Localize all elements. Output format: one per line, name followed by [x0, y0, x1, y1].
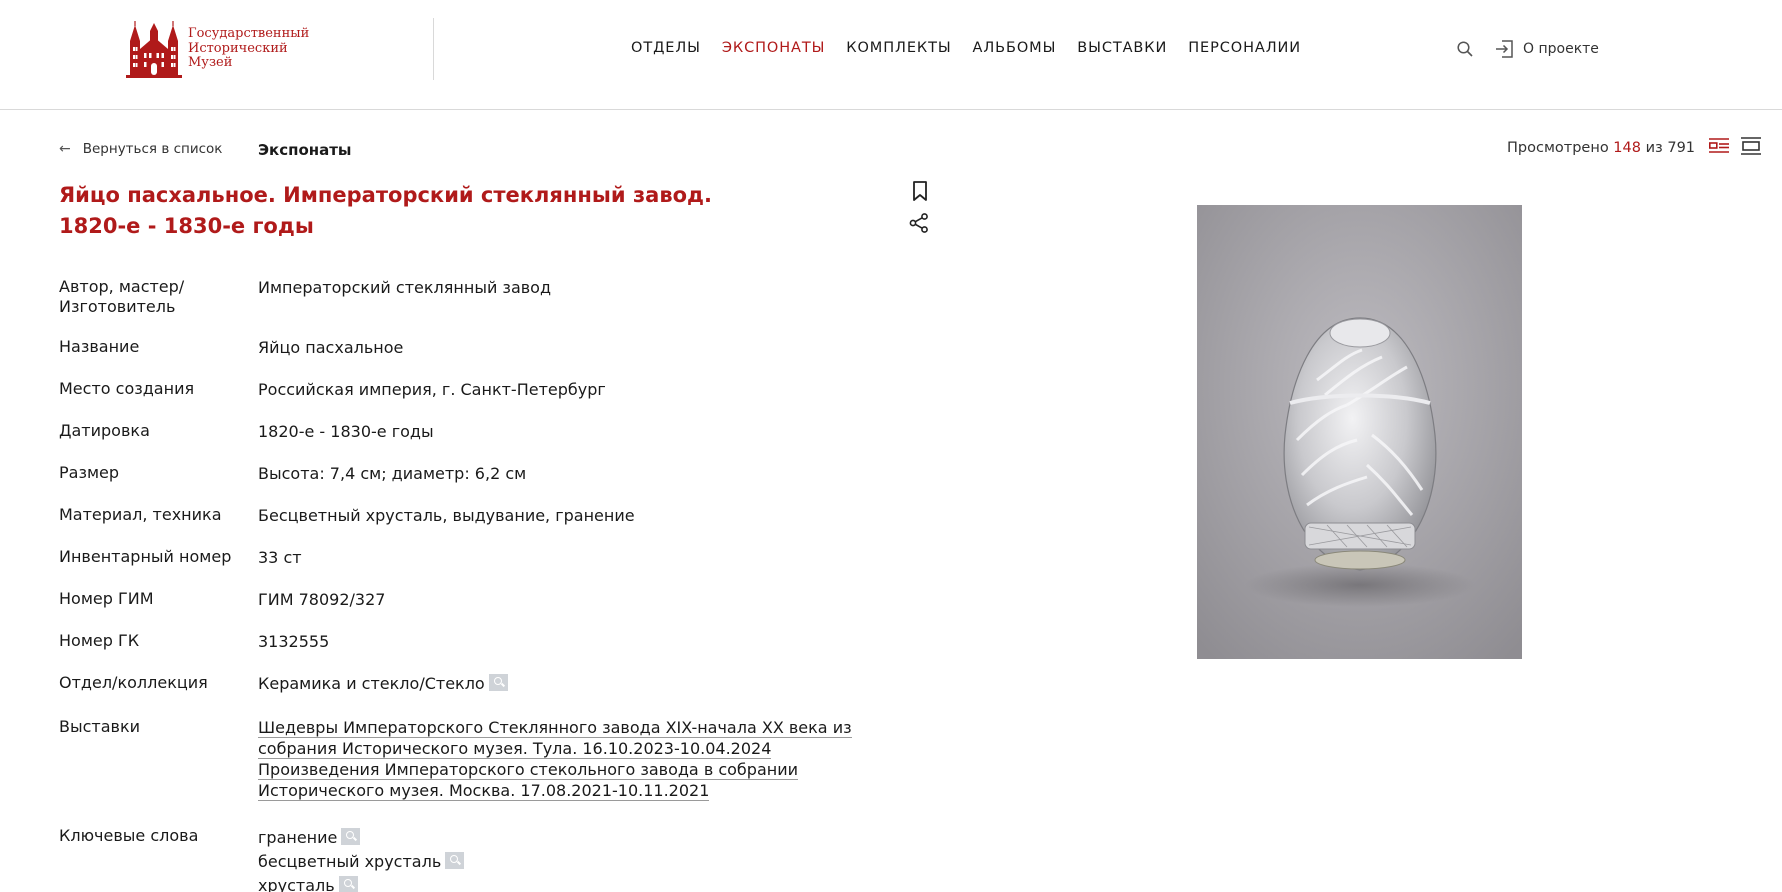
back-label: Вернуться в список: [82, 141, 223, 157]
logo-line: Государственный: [188, 26, 310, 42]
property-value: Российская империя, г. Санкт-Петербург: [258, 380, 606, 399]
exhibition-link[interactable]: Шедевры Императорского Стеклянного завод…: [258, 718, 852, 759]
single-view-icon[interactable]: [1740, 136, 1762, 156]
keyword-label[interactable]: хрусталь: [258, 876, 335, 892]
share-icon[interactable]: [908, 212, 930, 234]
property-value: 3132555: [258, 632, 330, 651]
property-value: ГИМ 78092/327: [258, 590, 386, 609]
property-key: Название: [59, 337, 140, 356]
viewed-current: 148: [1613, 140, 1641, 156]
list-view-icon[interactable]: [1708, 136, 1730, 156]
logo-line: Музей: [188, 55, 233, 71]
property-row: Название Яйцо пасхальное: [59, 337, 899, 379]
viewed-sep: из: [1645, 140, 1663, 156]
property-row: Место создания Российская империя, г. Са…: [59, 379, 899, 421]
keyword-item: хрусталь: [258, 874, 464, 892]
property-key: Номер ГК: [59, 631, 140, 650]
viewed-total: 791: [1667, 140, 1696, 156]
item-title: Яйцо пасхальное. Императорский стеклянны…: [59, 183, 712, 238]
property-value: 33 ст: [258, 548, 302, 567]
property-value: Яйцо пасхальное: [258, 338, 404, 357]
header-divider: [433, 18, 434, 80]
property-key: Выставки: [59, 717, 141, 736]
property-value: Императорский стеклянный завод: [258, 278, 552, 297]
nav-vystavki[interactable]: ВЫСТАВКИ: [1077, 40, 1167, 56]
site-header: Государственный Исторический Музей ОТДЕЛ…: [0, 0, 1782, 110]
login-icon: [1496, 40, 1513, 58]
property-key: Отдел/коллекция: [59, 673, 208, 692]
exhibition-link[interactable]: Произведения Императорского стекольного …: [258, 760, 799, 801]
property-key: Ключевые слова: [59, 826, 199, 845]
property-value: Керамика и стекло/Стекло: [258, 673, 508, 717]
property-row: Выставки Шедевры Императорского Стеклянн…: [59, 717, 899, 826]
breadcrumb-section: Экспонаты: [258, 141, 352, 159]
property-value: Бесцветный хрусталь, выдувание, гранение: [258, 506, 635, 525]
property-row: Отдел/коллекция Керамика и стекло/Стекло: [59, 673, 899, 717]
property-key: Место создания: [59, 379, 195, 398]
keyword-item: бесцветный хрусталь: [258, 850, 465, 874]
exhibit-photo[interactable]: [1197, 205, 1522, 659]
property-value: 1820-е - 1830-е годы: [258, 422, 434, 441]
property-row: Номер ГК 3132555: [59, 631, 899, 673]
logo-line: Исторический: [188, 40, 288, 56]
nav-personalii[interactable]: ПЕРСОНАЛИИ: [1188, 40, 1301, 56]
keywords-list: гранение бесцветный хрусталь хрусталь: [258, 826, 465, 892]
exhibitions-list: Шедевры Императорского Стеклянного завод…: [258, 717, 899, 826]
viewed-prefix: Просмотрено: [1507, 140, 1609, 156]
property-key: Материал, техника: [59, 505, 222, 524]
viewed-counter: Просмотрено 148 из 791: [1507, 140, 1695, 156]
main-nav: ОТДЕЛЫ ЭКСПОНАТЫ КОМПЛЕКТЫ АЛЬБОМЫ ВЫСТА…: [631, 40, 1322, 56]
property-key: Номер ГИМ: [59, 589, 154, 608]
keyword-label[interactable]: гранение: [258, 828, 337, 847]
property-key: Инвентарный номер: [59, 547, 232, 566]
about-label: О проекте: [1523, 41, 1599, 57]
collection-link[interactable]: Керамика и стекло/Стекло: [258, 674, 485, 693]
logo-text: Государственный Исторический Музей: [188, 27, 309, 71]
museum-building-icon: [126, 21, 182, 78]
back-to-list-link[interactable]: ← Вернуться в список: [59, 141, 222, 157]
museum-logo[interactable]: Государственный Исторический Музей: [126, 19, 309, 79]
search-keyword-icon[interactable]: [338, 876, 358, 892]
search-keyword-icon[interactable]: [341, 828, 361, 845]
search-collection-icon[interactable]: [488, 674, 508, 691]
search-icon[interactable]: [1456, 40, 1474, 58]
property-value: Высота: 7,4 см; диаметр: 6,2 см: [258, 464, 527, 483]
nav-komplekty[interactable]: КОМПЛЕКТЫ: [846, 40, 951, 56]
property-row: Размер Высота: 7,4 см; диаметр: 6,2 см: [59, 463, 899, 505]
nav-otdely[interactable]: ОТДЕЛЫ: [631, 40, 701, 56]
keyword-label[interactable]: бесцветный хрусталь: [258, 852, 441, 871]
about-project-link[interactable]: О проекте: [1495, 38, 1599, 60]
property-row: Инвентарный номер 33 ст: [59, 547, 899, 589]
search-keyword-icon[interactable]: [445, 852, 465, 869]
property-key: Размер: [59, 463, 120, 482]
property-row: Датировка 1820-е - 1830-е годы: [59, 421, 899, 463]
property-row: Материал, техника Бесцветный хрусталь, в…: [59, 505, 899, 547]
property-key: Датировка: [59, 421, 150, 440]
bookmark-icon[interactable]: [911, 180, 929, 202]
property-key: Автор, мастер/ Изготовитель: [59, 277, 185, 316]
nav-albomy[interactable]: АЛЬБОМЫ: [973, 40, 1057, 56]
properties-table: Автор, мастер/ Изготовитель Императорски…: [59, 277, 899, 892]
property-row: Номер ГИМ ГИМ 78092/327: [59, 589, 899, 631]
arrow-left-icon: ←: [59, 141, 71, 157]
keyword-item: гранение: [258, 826, 464, 850]
property-row: Автор, мастер/ Изготовитель Императорски…: [59, 277, 899, 337]
nav-eksponaty[interactable]: ЭКСПОНАТЫ: [722, 40, 825, 56]
property-row: Ключевые слова гранение бесцветный хруст…: [59, 826, 899, 892]
